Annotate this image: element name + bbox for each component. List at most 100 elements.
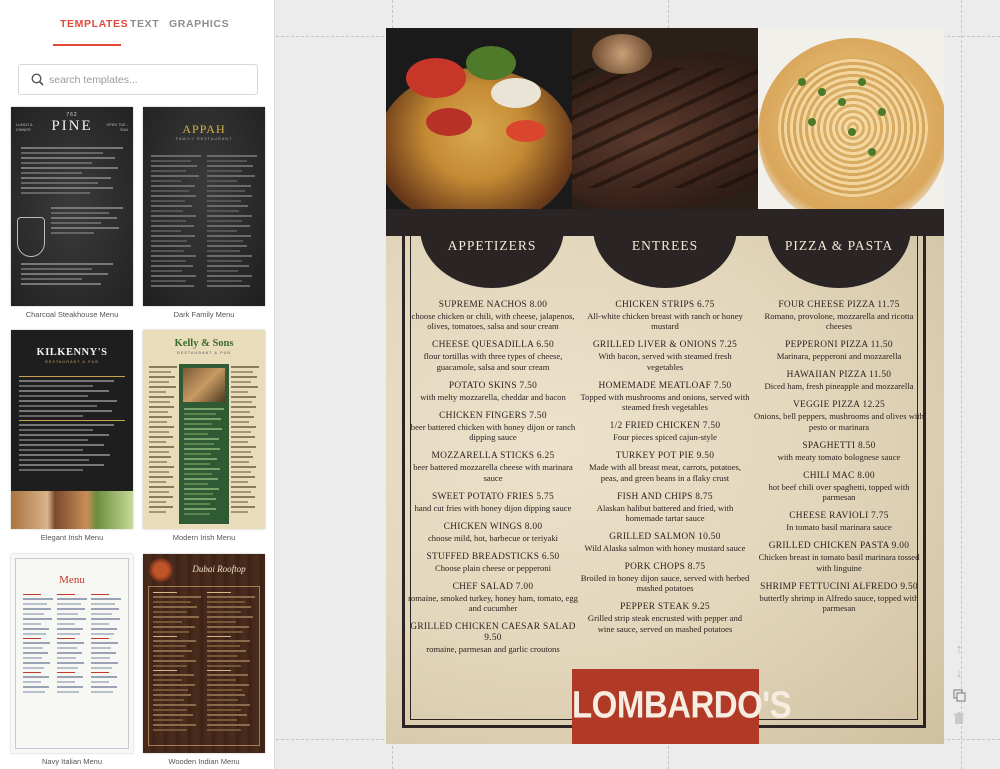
- arrow-up-icon[interactable]: ↑: [950, 640, 968, 658]
- menu-item[interactable]: SHRIMP FETTUCINI ALFREDO 9.50 butterfly s…: [754, 582, 924, 614]
- menu-item[interactable]: SPAGHETTI 8.50 with meaty tomato bolognes…: [754, 441, 924, 462]
- menu-item-description: beer battered mozzarella cheese with mar…: [413, 462, 573, 483]
- logo-text: LOMBARDO'S: [572, 683, 792, 726]
- menu-item-description: flour tortillas with three types of chee…: [423, 351, 563, 372]
- menu-column-appetizers[interactable]: SUPREME NACHOS 8.00 choose chicken or chi…: [408, 300, 578, 663]
- template-card-wooden-indian[interactable]: Dubai Rooftop: [143, 554, 265, 753]
- photo-nachos[interactable]: [386, 28, 572, 209]
- menu-item[interactable]: HAWAIIAN PIZZA 11.50 Diced ham, fresh pin…: [754, 370, 924, 391]
- duplicate-icon[interactable]: [950, 687, 968, 705]
- menu-item[interactable]: PEPPER STEAK 9.25 Grilled strip steak enc…: [580, 602, 750, 634]
- menu-item-name: TURKEY POT PIE 9.50: [615, 451, 715, 462]
- menu-item-name: VEGGIE PIZZA 12.25: [792, 400, 886, 411]
- menu-item[interactable]: CHEF SALAD 7.00 romaine, smoked turkey, h…: [408, 582, 578, 614]
- menu-item-name: CHEESE RAVIOLI 7.75: [789, 511, 889, 522]
- arrow-down-icon[interactable]: ↓: [950, 664, 968, 682]
- menu-column-entrees[interactable]: CHICKEN STRIPS 6.75 All-white chicken bre…: [580, 300, 750, 643]
- menu-item-name: PEPPER STEAK 9.25: [620, 602, 710, 613]
- template-thumb-lines: [51, 207, 123, 237]
- menu-item[interactable]: GRILLED CHICKEN PASTA 9.00 Chicken breast…: [754, 541, 924, 573]
- menu-item[interactable]: GRILLED CHICKEN CAESAR SALAD 9.50 romaine…: [408, 622, 578, 654]
- section-heading-text: ENTREES: [631, 238, 699, 253]
- template-thumb-lines: [19, 376, 125, 474]
- menu-item-name: GRILLED CHICKEN PASTA 9.00: [768, 541, 910, 552]
- menu-item-name: CHEF SALAD 7.00: [452, 581, 534, 592]
- template-label: Modern Irish Menu: [172, 533, 236, 542]
- menu-item-name: CHEESE QUESADILLA 6.50: [432, 340, 554, 351]
- menu-column-pizza-pasta[interactable]: FOUR CHEESE PIZZA 11.75 Romano, provolone…: [754, 300, 924, 622]
- photo-pasta[interactable]: [758, 28, 944, 209]
- search-icon: [31, 73, 44, 86]
- menu-item[interactable]: TURKEY POT PIE 9.50 Made with all breast …: [580, 451, 750, 483]
- menu-item-description: beer battered chicken with honey dijon o…: [410, 421, 576, 443]
- template-card-modern-irish[interactable]: Kelly & Sons RESTAURANT & PUB: [143, 330, 265, 529]
- food-bowl-photo: [149, 558, 173, 582]
- menu-item-description: All-white chicken breast with ranch or h…: [587, 311, 743, 332]
- template-thumb-right-text: OPEN TUE - SUN: [106, 123, 128, 132]
- menu-item-description: Made with all breast meat, carrots, pota…: [588, 462, 741, 483]
- menu-item[interactable]: GRILLED SALMON 10.50 Wild Alaska salmon w…: [580, 532, 750, 553]
- menu-item[interactable]: CHILI MAC 8.00 hot beef chili over spaghe…: [754, 471, 924, 503]
- menu-item[interactable]: CHICKEN FINGERS 7.50 beer battered chicke…: [408, 411, 578, 443]
- template-thumb-lines: [21, 147, 123, 197]
- menu-item-name: PEPPERONI PIZZA 11.50: [785, 340, 893, 351]
- menu-item[interactable]: SWEET POTATO FRIES 5.75 hand cut fries wi…: [408, 492, 578, 513]
- template-label: Wooden Indian Menu: [168, 757, 240, 766]
- menu-item-description: romaine, parmesan and garlic croutons: [426, 644, 560, 655]
- template-thumb-lines: [57, 594, 87, 696]
- template-thumb-title: Dubai Rooftop: [192, 564, 246, 574]
- menu-item-name: SUPREME NACHOS 8.00: [438, 300, 548, 310]
- template-thumb-title: APPAH: [182, 122, 226, 136]
- template-thumb-lines: [23, 594, 53, 696]
- menu-item-name: GRILLED SALMON 10.50: [609, 532, 721, 543]
- menu-item[interactable]: CHICKEN STRIPS 6.75 All-white chicken bre…: [580, 300, 750, 332]
- template-label: Navy Italian Menu: [41, 757, 103, 766]
- restaurant-logo[interactable]: LOMBARDO'S: [572, 669, 792, 744]
- trash-icon[interactable]: [950, 710, 968, 728]
- menu-item[interactable]: STUFFED BREADSTICKS 6.50 Choose plain che…: [408, 552, 578, 573]
- template-card-navy-italian[interactable]: Menu: [11, 554, 133, 753]
- menu-item[interactable]: CHEESE RAVIOLI 7.75 In tomato basil marin…: [754, 511, 924, 532]
- menu-item-description: With bacon, served with steamed fresh ve…: [598, 351, 732, 372]
- menu-item-description: Grilled strip steak encrusted with peppe…: [587, 613, 743, 634]
- menu-item-name: HOMEMADE MEATLOAF 7.50: [598, 380, 732, 391]
- photo-steak[interactable]: [572, 28, 758, 209]
- menu-item[interactable]: HOMEMADE MEATLOAF 7.50 Topped with mushro…: [580, 381, 750, 413]
- menu-item-name: GRILLED LIVER & ONIONS 7.25: [592, 340, 738, 351]
- menu-item-description: Four pieces spiced cajun-style: [613, 432, 717, 443]
- menu-item[interactable]: FOUR CHEESE PIZZA 11.75 Romano, provolone…: [754, 300, 924, 332]
- section-heading-text: PIZZA & PASTA: [784, 238, 894, 253]
- template-thumb-title: Menu: [59, 574, 85, 586]
- food-photo-strip: [11, 491, 133, 529]
- menu-item-description: Diced ham, fresh pineapple and mozzarell…: [764, 381, 914, 392]
- menu-item[interactable]: PORK CHOPS 8.75 Broiled in honey dijon sa…: [580, 562, 750, 594]
- menu-item-name: CHICKEN STRIPS 6.75: [615, 300, 715, 310]
- menu-item[interactable]: VEGGIE PIZZA 12.25 Onions, bell peppers, …: [754, 400, 924, 432]
- menu-item[interactable]: PEPPERONI PIZZA 11.50 Marinara, pepperoni…: [754, 340, 924, 361]
- tab-templates[interactable]: TEMPLATES: [60, 18, 128, 30]
- menu-item[interactable]: GRILLED LIVER & ONIONS 7.25 With bacon, s…: [580, 340, 750, 372]
- menu-item[interactable]: 1/2 FRIED CHICKEN 7.50 Four pieces spiced…: [580, 421, 750, 442]
- search-input[interactable]: [49, 70, 249, 90]
- menu-item[interactable]: CHEESE QUESADILLA 6.50 flour tortillas wi…: [408, 340, 578, 372]
- tab-graphics[interactable]: GRAPHICS: [169, 18, 229, 30]
- menu-item[interactable]: FISH AND CHIPS 8.75 Alaskan halibut batte…: [580, 492, 750, 524]
- menu-item-description: with melty mozzarella, cheddar and bacon: [420, 391, 566, 402]
- menu-item[interactable]: MOZZARELLA STICKS 6.25 beer battered mozz…: [408, 451, 578, 483]
- template-card-charcoal-steakhouse[interactable]: 762 LUNCH & DINNER PINE OPEN TUE - SUN: [11, 107, 133, 306]
- sidebar-tabs: TEMPLATES TEXT GRAPHICS: [0, 0, 274, 48]
- menu-item[interactable]: CHICKEN WINGS 8.00 choose mild, hot, barb…: [408, 522, 578, 543]
- tab-text[interactable]: TEXT: [130, 18, 159, 30]
- template-thumb-subtitle: RESTAURANT & PUB: [177, 351, 231, 355]
- menu-item-description: romaine, smoked turkey, honey ham, tomat…: [408, 592, 578, 614]
- menu-item-name: FOUR CHEESE PIZZA 11.75: [778, 300, 900, 310]
- menu-item-name: POTATO SKINS 7.50: [448, 380, 538, 391]
- template-card-dark-family[interactable]: APPAH FAMILY RESTAURANT: [143, 107, 265, 306]
- template-thumb-lines: [91, 594, 121, 696]
- menu-item[interactable]: POTATO SKINS 7.50 with melty mozzarella, …: [408, 381, 578, 402]
- mortar-illustration: [17, 217, 45, 257]
- template-card-elegant-irish[interactable]: KILKENNY'S RESTAURANT & PUB: [11, 330, 133, 529]
- menu-page[interactable]: APPETIZERS ENTREES PIZZA & PASTA SUPREME…: [386, 28, 944, 744]
- menu-item-description: choose mild, hot, barbecue or teriyaki: [427, 532, 559, 543]
- menu-item[interactable]: SUPREME NACHOS 8.00 choose chicken or chi…: [408, 300, 578, 332]
